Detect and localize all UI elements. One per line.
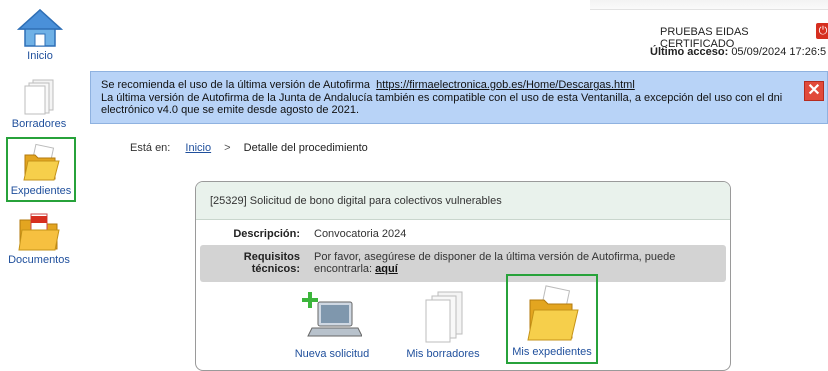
breadcrumb-separator: > xyxy=(224,142,231,154)
requirements-label: Requisitos técnicos: xyxy=(243,251,300,275)
action-label: Mis borradores xyxy=(406,348,480,360)
autofirma-notice-banner: Se recomienda el uso de la última versió… xyxy=(90,71,828,124)
pdf-folder-icon xyxy=(18,213,60,251)
sidebar-item-documentos[interactable]: Documentos xyxy=(6,212,72,270)
autofirma-here-link[interactable]: aquí xyxy=(375,263,398,275)
sidebar-item-borradores[interactable]: Borradores xyxy=(6,76,72,134)
description-label: Descripción: xyxy=(233,228,300,240)
sidebar-item-label: Expedientes xyxy=(10,185,72,197)
sidebar-item-label: Documentos xyxy=(8,254,70,266)
requirements-line1: Por favor, asegúrese de disponer de la ú… xyxy=(314,251,676,263)
banner-line3: electrónico v4.0 que se emite desde agos… xyxy=(101,104,360,116)
autofirma-download-link[interactable]: https://firmaelectronica.gob.es/Home/Des… xyxy=(376,79,635,91)
logout-power-icon[interactable]: ⏻ xyxy=(816,23,828,39)
new-application-button[interactable]: Nueva solicitud xyxy=(292,286,372,364)
documents-stack-icon xyxy=(24,79,54,115)
description-value: Convocatoria 2024 xyxy=(314,228,407,240)
breadcrumb-prefix: Está en: xyxy=(130,142,171,154)
requirements-box: Requisitos técnicos: Por favor, asegúres… xyxy=(200,245,726,282)
breadcrumb: Está en: Inicio > Detalle del procedimie… xyxy=(130,142,368,154)
my-files-button[interactable]: Mis expedientes xyxy=(506,274,598,364)
banner-line1-text: Se recomienda el uso de la última versió… xyxy=(101,79,371,91)
my-drafts-button[interactable]: Mis borradores xyxy=(400,286,486,364)
sidebar-item-label: Inicio xyxy=(27,50,53,62)
new-application-laptop-icon xyxy=(302,292,362,337)
requirements-text: Por favor, asegúrese de disponer de la ú… xyxy=(314,251,714,275)
sidebar-item-label: Borradores xyxy=(11,118,67,130)
breadcrumb-current: Detalle del procedimiento xyxy=(243,142,368,154)
sidebar-item-inicio[interactable]: Inicio xyxy=(10,8,70,66)
procedure-card: [25329] Solicitud de bono digital para c… xyxy=(195,181,731,371)
last-access-value: 05/09/2024 17:26:5 xyxy=(731,46,827,58)
action-label: Nueva solicitud xyxy=(294,348,370,360)
action-label: Mis expedientes xyxy=(512,346,592,358)
folder-icon xyxy=(23,143,60,181)
last-access: Último acceso: 05/09/2024 17:26:5 xyxy=(650,46,826,58)
banner-line2: La última versión de Autofirma de la Jun… xyxy=(101,91,783,104)
drafts-stack-icon xyxy=(425,291,463,343)
procedure-title: [25329] Solicitud de bono digital para c… xyxy=(196,182,730,220)
home-icon xyxy=(17,8,63,47)
folder-icon xyxy=(527,285,579,341)
breadcrumb-home-link[interactable]: Inicio xyxy=(185,142,211,154)
sidebar-item-expedientes[interactable]: Expedientes xyxy=(6,137,76,202)
last-access-label: Último acceso: xyxy=(650,46,729,58)
banner-close-button[interactable]: ✕ xyxy=(804,81,824,101)
top-bar-strip xyxy=(590,0,828,10)
requirements-line2: encontrarla: xyxy=(314,263,373,275)
